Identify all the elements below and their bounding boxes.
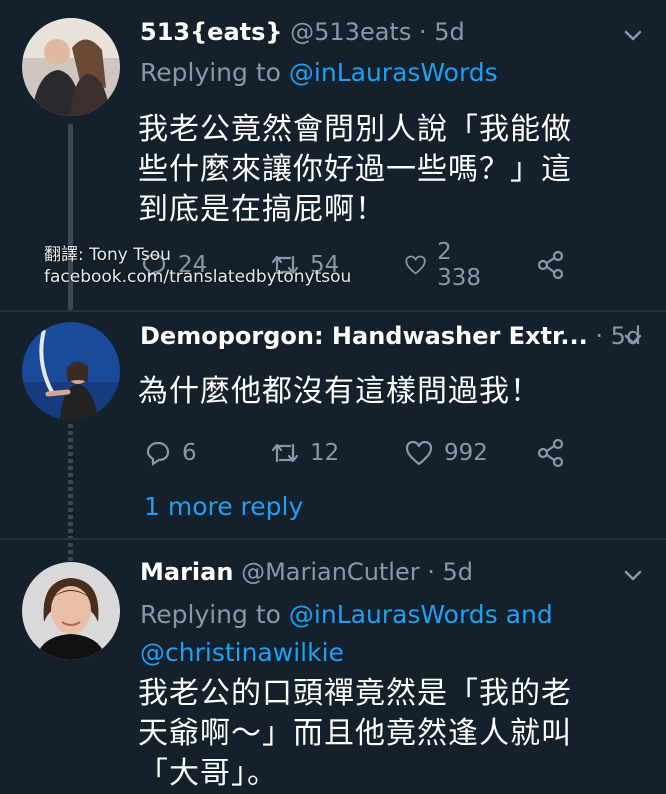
- mention-link[interactable]: @inLaurasWords: [289, 600, 498, 629]
- display-name[interactable]: Marian: [140, 558, 233, 586]
- replying-and: and: [505, 600, 553, 629]
- mention-link[interactable]: @christinawilkie: [140, 638, 344, 667]
- tweet-text-line: 到底是在搞屁啊！: [138, 192, 386, 227]
- user-handle[interactable]: @MarianCutler: [241, 558, 420, 586]
- tweet-header: Marian @MarianCutler · 5d: [140, 558, 473, 586]
- user-handle[interactable]: @513eats: [290, 18, 411, 46]
- tweet-text-line: 我老公竟然會問別人說「我能做: [138, 112, 572, 147]
- translator-watermark: 翻譯: Tony Tsou facebook.com/translatedbyt…: [44, 244, 351, 288]
- retweet-count: 12: [310, 440, 340, 466]
- display-name[interactable]: 513{eats}: [140, 18, 283, 46]
- replying-to: Replying to @inLaurasWords: [140, 58, 498, 87]
- reply-button[interactable]: 6: [144, 436, 197, 470]
- tweet-header: 513{eats} @513eats · 5d: [140, 18, 465, 46]
- tweet-text-line: 天爺啊～」而且他竟然逢人就叫: [138, 716, 572, 751]
- share-icon: [537, 250, 564, 280]
- timestamp[interactable]: · 5d: [427, 558, 473, 586]
- watermark-url: facebook.com/translatedbytonytsou: [44, 267, 352, 287]
- tweet-text: 我老公的口頭禪竟然是「我的老 天爺啊～」而且他竟然逢人就叫 「大哥」。: [138, 674, 572, 794]
- tweet-text-line: 「大哥」。: [138, 756, 278, 791]
- mention-link[interactable]: @inLaurasWords: [289, 58, 498, 87]
- reply-icon: [146, 441, 170, 467]
- like-count: 992: [444, 440, 488, 466]
- replying-to-label: Replying to: [140, 600, 281, 629]
- like-count: 2 338: [437, 239, 482, 291]
- replying-to: Replying to @inLaurasWords and @christin…: [140, 596, 553, 672]
- chevron-down-icon[interactable]: [622, 24, 644, 46]
- tweet-header: Demoporgon: Handwasher Extr... · 5d: [140, 322, 641, 350]
- avatar[interactable]: [22, 562, 120, 660]
- tweet-3[interactable]: Marian @MarianCutler · 5d Replying to @i…: [0, 540, 666, 791]
- tweet-text: 我老公竟然會問別人說「我能做 些什麼來讓你好過一些嗎？」這 到底是在搞屁啊！: [138, 110, 572, 230]
- heart-icon: [405, 440, 433, 466]
- tweet-text: 為什麼他都沒有這樣問過我！: [138, 372, 541, 412]
- replying-to-label: Replying to: [140, 58, 281, 87]
- like-button[interactable]: 2 338: [404, 239, 488, 291]
- display-name[interactable]: Demoporgon: Handwasher Extr...: [140, 322, 588, 350]
- avatar[interactable]: [22, 18, 120, 116]
- timestamp[interactable]: · 5d: [419, 18, 465, 46]
- retweet-icon: [271, 443, 299, 463]
- like-button[interactable]: 992: [404, 436, 488, 470]
- chevron-down-icon[interactable]: [622, 564, 644, 586]
- show-more-replies-link[interactable]: 1 more reply: [144, 492, 303, 521]
- tweet-2[interactable]: Demoporgon: Handwasher Extr... · 5d 為什麼他…: [0, 312, 666, 596]
- tweet-text-line: 我老公的口頭禪竟然是「我的老: [138, 676, 572, 711]
- chevron-down-icon[interactable]: [622, 328, 644, 350]
- share-button[interactable]: [536, 436, 576, 470]
- retweet-button[interactable]: 12: [270, 436, 339, 470]
- avatar[interactable]: [22, 322, 120, 420]
- tweet-text-line: 些什麼來讓你好過一些嗎？」這: [138, 152, 572, 187]
- share-button[interactable]: [536, 248, 576, 282]
- heart-icon: [405, 255, 426, 275]
- reply-count: 6: [182, 440, 197, 466]
- share-icon: [537, 438, 564, 468]
- watermark-credit: 翻譯: Tony Tsou: [44, 245, 171, 265]
- tweet-text-line: 為什麼他都沒有這樣問過我！: [138, 374, 541, 409]
